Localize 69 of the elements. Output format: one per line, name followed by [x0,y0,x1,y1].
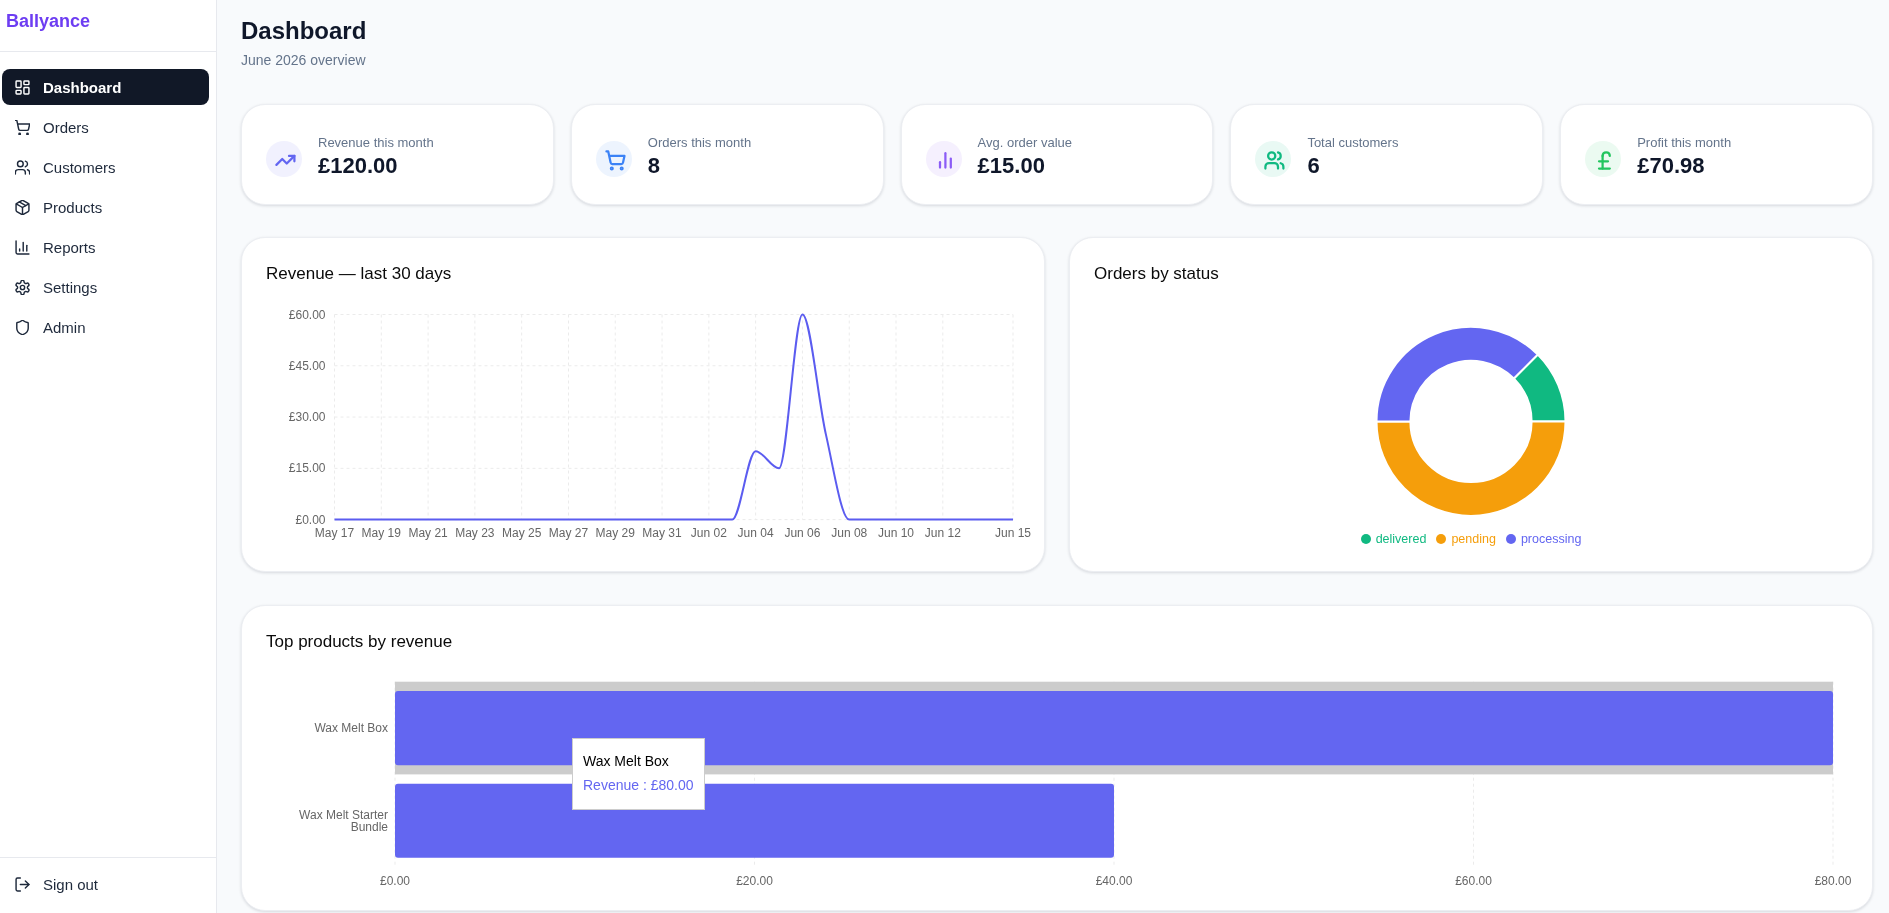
sidebar-item[interactable]: Customers [2,149,209,185]
page-subtitle: June 2026 overview [241,51,367,70]
trend-up-icon [266,140,302,177]
cart-icon [15,119,30,135]
bar-chart-icon [15,239,30,255]
sidebar-item[interactable]: Dashboard [2,69,209,105]
page-title: Dashboard [241,16,368,46]
bar-chart-icon [925,140,962,177]
x-axis-label: Jun 12 [924,525,961,540]
cart-icon [595,140,632,177]
brand-logo[interactable]: Ballyance [6,11,91,32]
sidebar-item[interactable]: Settings [2,269,209,305]
x-axis-label: May 27 [548,525,589,540]
users-icon [15,159,30,175]
stat-label: Orders this month [647,134,752,152]
x-axis-label: May 25 [502,525,542,540]
x-axis-label: Jun 02 [690,525,727,540]
x-axis-label: £0.00 [380,874,410,889]
legend-label: processing [1520,531,1582,547]
stat-label: Revenue this month [318,134,434,152]
x-axis-label: Jun 08 [831,525,868,540]
x-axis-label: May 29 [595,525,635,540]
pound-icon [1585,140,1622,177]
x-axis-label: Jun 10 [878,525,915,540]
legend-label: pending [1451,531,1496,547]
sidebar-item[interactable]: Products [2,189,209,225]
box-icon [15,199,30,215]
legend-label: delivered [1375,531,1427,547]
x-axis-label: Jun 15 [995,525,1031,540]
sidebar-item[interactable]: Admin [2,309,209,345]
y-axis-label: £0.00 [295,512,326,527]
sidebar-item[interactable]: Reports [2,229,209,265]
y-axis-label: Wax Melt Box [313,722,388,735]
tooltip-title: Wax Melt Box [583,751,670,771]
users-icon [1255,140,1292,177]
stat-value: £120.00 [318,153,399,179]
card-title: Orders by status [1094,263,1220,285]
card-title: Revenue — last 30 days [266,263,453,285]
x-axis-label: Jun 04 [737,525,774,540]
sign-out-icon [15,876,30,892]
y-axis-label: £60.00 [288,307,326,322]
sign-out-button[interactable]: Sign out [2,866,209,902]
x-axis-label: £80.00 [1814,874,1852,889]
stat-value: £70.98 [1637,153,1706,179]
x-axis-label: May 17 [314,525,355,540]
sidebar-item[interactable]: Orders [2,109,209,145]
settings-icon [15,279,30,295]
x-axis-label: £60.00 [1455,874,1492,889]
shield-icon [15,319,30,335]
x-axis-label: May 21 [408,525,448,540]
y-axis-label: £15.00 [288,461,326,476]
x-axis-label: May 31 [642,525,682,540]
stat-value: 6 [1307,153,1321,179]
tooltip-value: Revenue : £80.00 [583,775,694,795]
card-title: Top products by revenue [266,631,454,653]
x-axis-label: Jun 06 [784,525,821,540]
stat-label: Avg. order value [977,134,1073,152]
x-axis-label: May 19 [361,525,401,540]
x-axis-label: £20.00 [736,874,773,889]
stat-value: £15.00 [977,153,1046,179]
y-axis-label: Wax Melt Starter Bundle [298,808,388,833]
stat-label: Total customers [1307,134,1399,152]
stat-label: Profit this month [1637,134,1732,152]
y-axis-label: £45.00 [288,358,326,373]
y-axis-label: £30.00 [288,410,326,425]
grid-icon [15,79,30,95]
x-axis-label: May 23 [455,525,495,540]
x-axis-label: £40.00 [1095,874,1133,889]
stat-value: 8 [647,153,662,179]
